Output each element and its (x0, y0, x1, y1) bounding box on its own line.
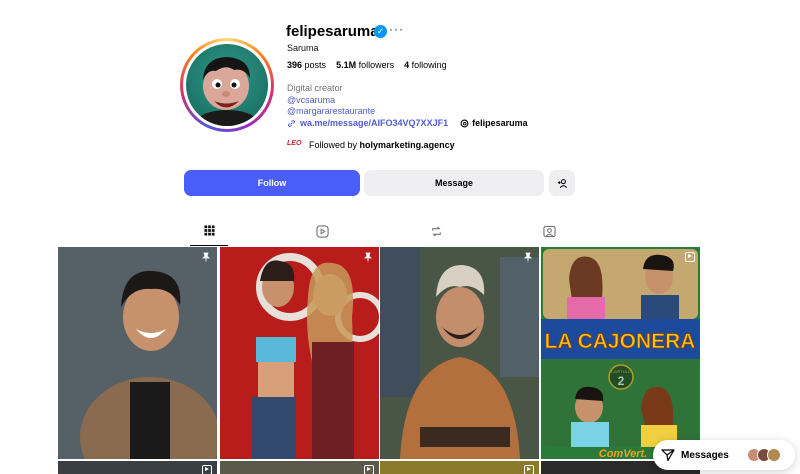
bio-mention-vcsaruma[interactable]: @vcsaruma (287, 95, 335, 105)
post-tile[interactable] (58, 461, 217, 474)
tagged-icon (542, 225, 556, 238)
pinned-icon (364, 252, 372, 262)
following-label: following (411, 60, 447, 70)
threads-icon (460, 119, 469, 127)
bio-links: wa.me/message/AIFO34VQ7XXJF1 felipesarum… (287, 118, 528, 128)
followed-by-prefix: Followed by (309, 140, 358, 150)
profile-avatar[interactable] (180, 38, 274, 132)
profile-username: felipesaruma (286, 23, 379, 40)
followed-by-name: holymarketing.agency (359, 140, 455, 150)
follow-button[interactable]: Follow (184, 170, 360, 196)
post-thumbnail (58, 247, 217, 459)
posts-count: 396 (287, 60, 303, 70)
following-count: 4 (404, 60, 410, 70)
profile-tabs (190, 222, 570, 246)
post-tile[interactable]: LA CAJONERA CAPÍTULO 2 ComVert. (541, 247, 700, 459)
post-thumbnail: LA CAJONERA CAPÍTULO 2 ComVert. (541, 247, 700, 459)
avatar-border (183, 41, 271, 129)
bio-mention-margara[interactable]: @margararestaurante (287, 106, 375, 116)
messages-label: Messages (681, 449, 729, 461)
profile-category: Digital creator (287, 83, 343, 93)
bio-external-link[interactable]: wa.me/message/AIFO34VQ7XXJF1 (300, 118, 448, 128)
followers-count: 5.1M (336, 60, 357, 70)
message-button[interactable]: Message (364, 170, 544, 196)
post-tile[interactable] (380, 247, 539, 459)
link-icon (287, 119, 296, 127)
avatar-image (186, 44, 268, 126)
reel-icon (364, 465, 374, 474)
followed-by-row[interactable]: LEO Followed by holymarketing.agency (287, 140, 455, 150)
followers-stat[interactable]: 5.1M followers (336, 60, 394, 70)
avatar (766, 448, 781, 462)
posts-label: posts (304, 60, 327, 70)
tab-tagged[interactable] (530, 222, 568, 246)
reel-icon (685, 252, 695, 262)
pinned-icon (524, 252, 532, 262)
post-thumbnail (380, 247, 539, 459)
followed-by-text: Followed by holymarketing.agency (309, 140, 455, 150)
reel-icon (524, 465, 534, 474)
more-options-icon[interactable]: ··· (389, 22, 404, 36)
followers-label: followers (358, 60, 395, 70)
posts-grid-icon (203, 225, 215, 236)
puppet-illustration (197, 57, 257, 126)
posts-grid: LA CAJONERA CAPÍTULO 2 ComVert. (58, 247, 700, 474)
profile-stats: 396 posts 5.1M followers 4 following (287, 60, 447, 70)
post-tile[interactable] (220, 247, 379, 459)
threads-handle: felipesaruma (472, 118, 528, 128)
tile4-title: LA CAJONERA (545, 330, 696, 353)
reposts-icon (431, 226, 441, 237)
reel-icon (202, 465, 212, 474)
messages-button[interactable]: Messages (653, 440, 795, 470)
send-icon (661, 449, 675, 462)
verified-badge-icon: ✓ (374, 25, 387, 38)
post-thumbnail (220, 247, 379, 459)
add-person-icon (557, 178, 567, 188)
pinned-icon (202, 252, 210, 262)
posts-stat: 396 posts (287, 60, 326, 70)
tab-posts[interactable] (190, 222, 228, 246)
follower-avatar-logo: LEO (287, 140, 302, 147)
tab-reposts[interactable] (417, 222, 455, 246)
post-tile[interactable] (380, 461, 539, 474)
message-avatars (746, 448, 781, 462)
post-tile[interactable] (58, 247, 217, 459)
profile-full-name: Saruma (287, 43, 319, 53)
suggested-users-button[interactable] (549, 170, 575, 196)
tab-reels[interactable] (303, 222, 341, 246)
tile4-brand: ComVert. (599, 448, 648, 459)
following-stat[interactable]: 4 following (404, 60, 447, 70)
reels-icon (315, 225, 329, 238)
threads-link[interactable]: felipesaruma (460, 118, 528, 128)
post-tile[interactable] (220, 461, 379, 474)
